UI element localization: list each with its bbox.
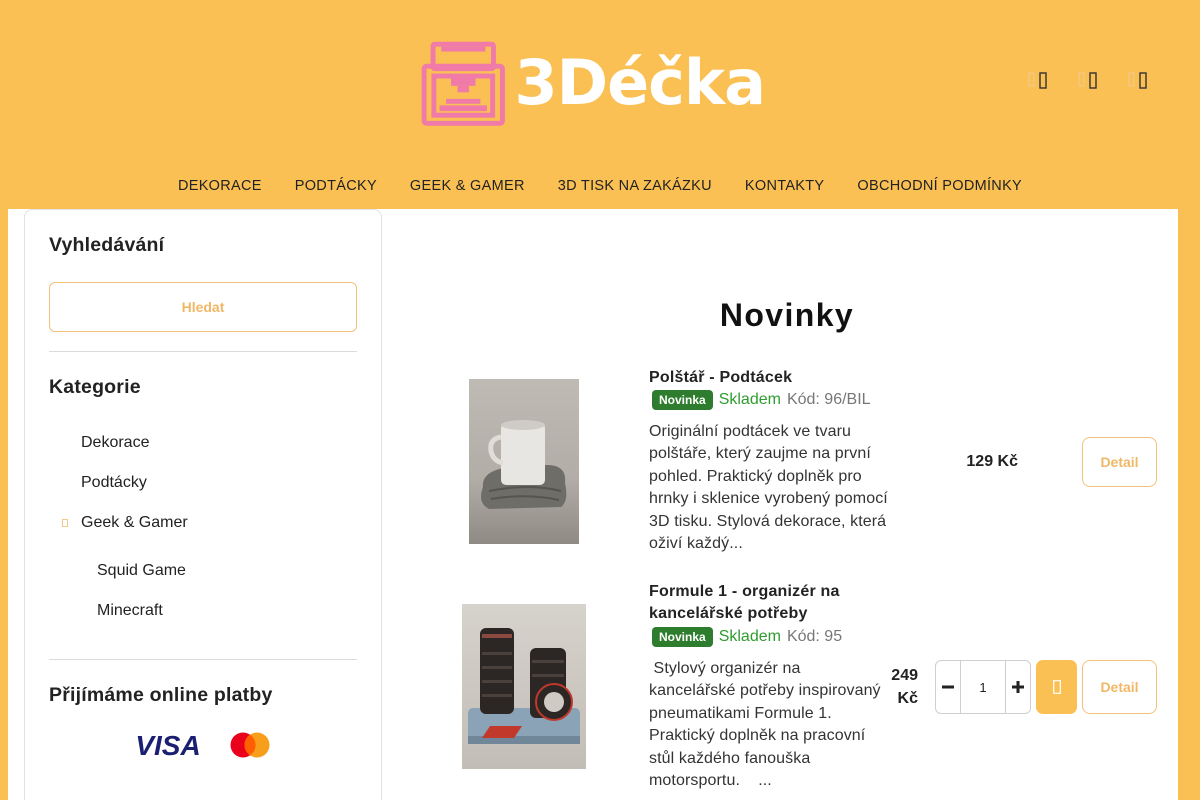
new-badge: Novinka (652, 627, 713, 647)
quantity-decrease-button[interactable] (936, 661, 960, 713)
chevron-down-icon (62, 519, 68, 527)
cart-button[interactable] (1128, 70, 1150, 90)
add-to-cart-button[interactable] (1036, 660, 1077, 714)
sidebar-item-podtacky[interactable]: Podtácky (81, 474, 147, 492)
brand-name: 3Déčka (514, 45, 766, 119)
product-meta: Novinka Skladem Kód: 96/BIL (649, 390, 871, 410)
main-panel: Novinky Polštář - Podtácek Novinka Sklad… (388, 209, 1178, 800)
nav-item-podtacky[interactable]: PODTÁCKY (295, 176, 377, 196)
mastercard-logo-icon (230, 732, 270, 758)
logo[interactable]: 3Déčka (420, 32, 766, 138)
cart-icon (1128, 72, 1147, 89)
quantity-input[interactable] (960, 661, 1006, 713)
quantity-increase-button[interactable] (1006, 661, 1030, 713)
search-button[interactable] (1028, 70, 1050, 90)
nav-item-geek-gamer[interactable]: GEEK & GAMER (410, 176, 525, 196)
3d-printer-logo-icon (421, 41, 505, 126)
quantity-stepper (935, 660, 1031, 714)
product-name[interactable]: Polštář - Podtácek (649, 367, 792, 389)
account-button[interactable] (1078, 70, 1100, 90)
product-name[interactable]: Formule 1 - organizér na kancelářské pot… (649, 581, 840, 625)
nav-item-3d-tisk[interactable]: 3D TISK NA ZAKÁZKU (558, 176, 712, 196)
sidebar-item-dekorace[interactable]: Dekorace (81, 434, 149, 452)
product-description: Stylový organizér na kancelářské potřeby… (649, 660, 886, 790)
new-badge: Novinka (652, 390, 713, 410)
sidebar: Vyhledávání Hledat Kategorie Dekorace Po… (24, 209, 382, 800)
payments-heading: Přijímáme online platby (49, 684, 273, 706)
detail-button[interactable]: Detail (1082, 660, 1157, 714)
divider (49, 659, 357, 660)
product-code: Kód: 95 (786, 628, 843, 645)
search-heading: Vyhledávání (49, 234, 165, 256)
product-image[interactable] (462, 604, 586, 769)
sidebar-item-geek-gamer[interactable]: Geek & Gamer (81, 514, 188, 532)
product-price: 129 Kč (966, 453, 1018, 470)
price-amount: 249 (891, 667, 918, 684)
header-actions (1028, 70, 1150, 90)
nav-item-dekorace[interactable]: DEKORACE (178, 176, 262, 196)
product-name-line: Formule 1 - organizér na (649, 583, 840, 600)
sidebar-subitem-minecraft[interactable]: Minecraft (97, 602, 163, 620)
minus-icon (942, 685, 954, 689)
detail-button[interactable]: Detail (1082, 437, 1157, 487)
product-name-line: kancelářské potřeby (649, 605, 808, 622)
product-image[interactable] (469, 379, 579, 544)
divider (49, 351, 357, 352)
nav-item-obchodni-podminky[interactable]: OBCHODNÍ PODMÍNKY (857, 176, 1022, 196)
product-meta: Novinka Skladem Kód: 95 (649, 627, 842, 647)
search-submit-button[interactable]: Hledat (49, 282, 357, 332)
page-title: Novinky (719, 297, 855, 333)
svg-text:VISA: VISA (135, 732, 200, 758)
main-navigation: DEKORACE PODTÁCKY GEEK & GAMER 3D TISK N… (0, 176, 1200, 196)
plus-icon (1012, 681, 1024, 693)
sidebar-subitem-squid-game[interactable]: Squid Game (97, 562, 186, 580)
page-content: Vyhledávání Hledat Kategorie Dekorace Po… (8, 209, 1178, 800)
stock-status: Skladem (718, 391, 781, 408)
cart-icon (1052, 680, 1061, 694)
price-currency: Kč (897, 690, 918, 707)
stock-status: Skladem (718, 628, 781, 645)
visa-logo-icon: VISA (135, 732, 200, 758)
product-price: 249 Kč (868, 664, 918, 710)
categories-heading: Kategorie (49, 376, 141, 398)
product-description: Originální podtácek ve tvaru polštáře, k… (649, 423, 888, 553)
user-icon (1078, 72, 1097, 89)
search-icon (1028, 72, 1047, 89)
nav-item-kontakty[interactable]: KONTAKTY (745, 176, 824, 196)
payment-logos: VISA (133, 732, 271, 758)
product-code: Kód: 96/BIL (786, 391, 871, 408)
